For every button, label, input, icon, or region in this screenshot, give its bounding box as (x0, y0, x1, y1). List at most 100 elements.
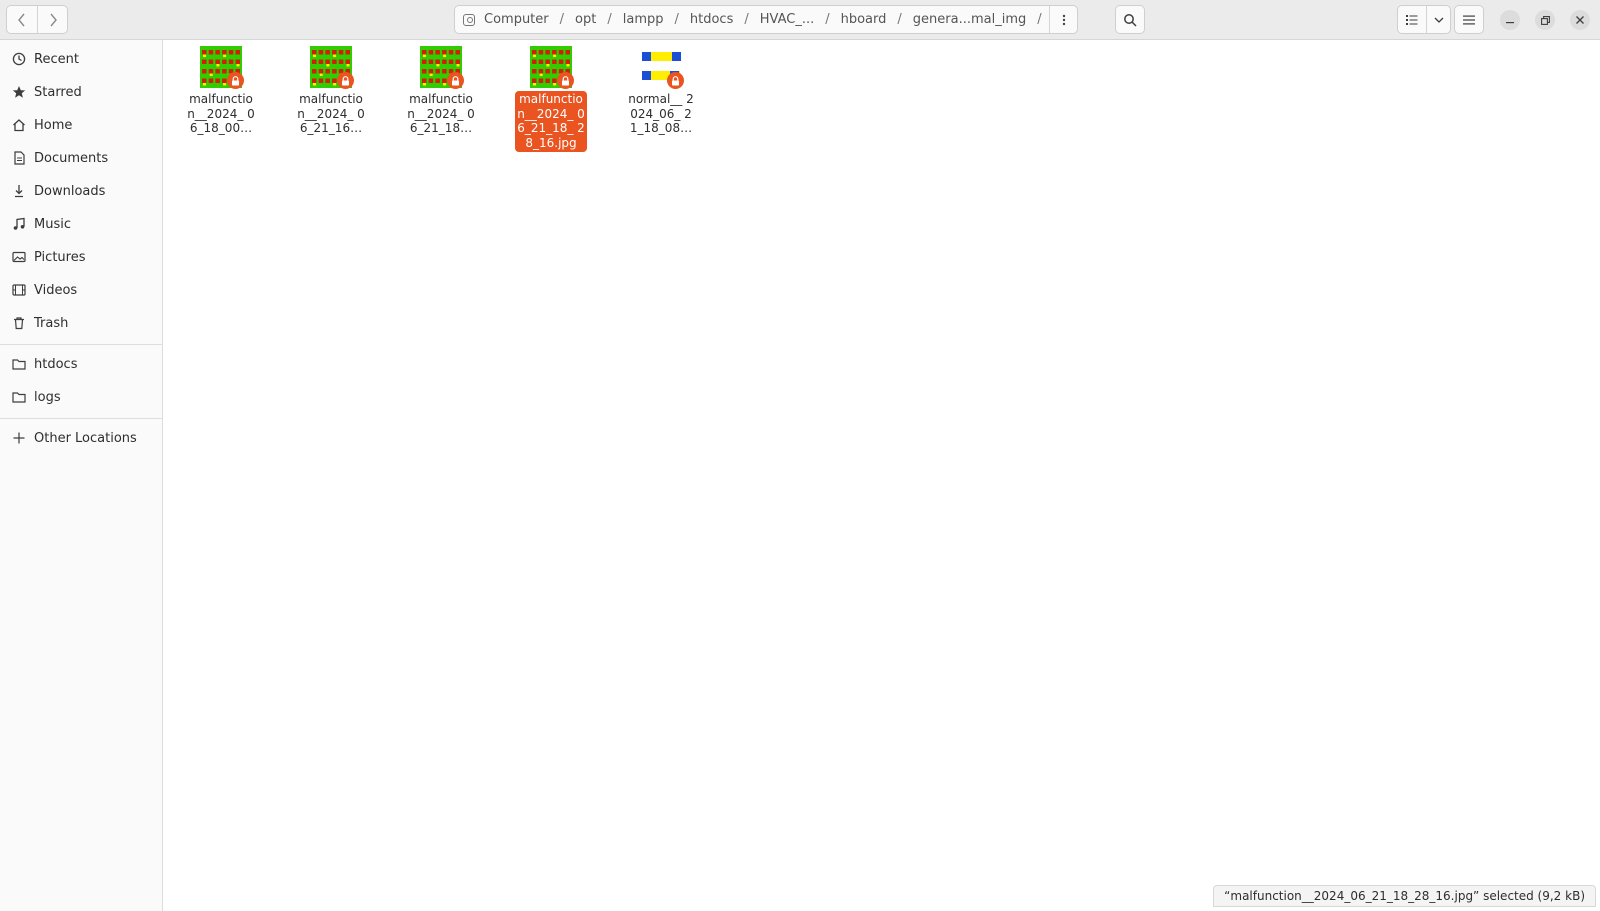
sidebar-item-label: htdocs (34, 356, 78, 372)
selection-status: “malfunction__2024_06_21_18_28_16.jpg” s… (1213, 885, 1596, 907)
file-item[interactable]: malfunctio n__2024_ 06_21_16… (295, 46, 367, 138)
sidebar-item-label: Music (34, 216, 71, 232)
sidebar-item-pictures[interactable]: Pictures (0, 242, 162, 272)
image-thumbnail (420, 46, 464, 89)
chevron-left-icon (18, 13, 25, 26)
file-view: malfunctio n__2024_ 06_18_00… malfunctio… (163, 40, 1600, 911)
sidebar-item-starred[interactable]: Starred (0, 77, 162, 107)
sidebar-item-downloads[interactable]: Downloads (0, 176, 162, 206)
file-item-selected[interactable]: malfunctio n__2024_ 06_21_18_ 28_16.jpg (515, 46, 587, 152)
breadcrumb-item[interactable]: Computer (483, 12, 550, 27)
lock-icon (557, 72, 574, 89)
breadcrumb-item[interactable]: opt (574, 12, 597, 27)
lock-icon (667, 72, 684, 89)
picture-icon (11, 249, 27, 265)
sidebar-item-label: Recent (34, 51, 79, 67)
breadcrumb-separator: / (825, 12, 830, 27)
close-button[interactable] (1570, 10, 1590, 30)
file-name: malfunctio n__2024_ 06_21_18_ 28_16.jpg (515, 91, 587, 152)
breadcrumb-item[interactable]: lampp (622, 12, 665, 27)
sidebar: Recent Starred Home Documents Downloads … (0, 40, 163, 911)
sidebar-item-home[interactable]: Home (0, 110, 162, 140)
path-bar: Computer / opt / lampp / htdocs / HVAC_... / hboar… (454, 5, 1078, 34)
navigation-buttons (6, 5, 68, 34)
sidebar-item-label: Pictures (34, 249, 86, 265)
breadcrumb-separator: / (744, 12, 749, 27)
restore-icon (1540, 15, 1550, 25)
vertical-dots-icon (1062, 14, 1065, 25)
sidebar-item-videos[interactable]: Videos (0, 275, 162, 305)
sidebar-item-label: Starred (34, 84, 82, 100)
list-view-button[interactable] (1398, 6, 1426, 33)
sidebar-item-label: Videos (34, 282, 78, 298)
hamburger-menu-icon (1463, 15, 1475, 24)
star-icon (11, 84, 27, 100)
breadcrumb-separator: / (674, 12, 679, 27)
view-options (1397, 5, 1451, 34)
trash-icon (11, 315, 27, 331)
minimize-icon (1506, 22, 1514, 24)
sidebar-item-label: logs (34, 389, 61, 405)
file-name: malfunctio n__2024_ 06_18_00… (187, 92, 255, 135)
breadcrumb-separator: / (1037, 12, 1042, 27)
close-icon (1576, 16, 1584, 24)
image-thumbnail (310, 46, 354, 89)
search-button[interactable] (1115, 5, 1145, 34)
chevron-down-icon (1434, 17, 1443, 23)
sidebar-item-logs[interactable]: logs (0, 382, 162, 412)
file-manager-window: Computer / opt / lampp / htdocs / HVAC_... / hboar… (0, 0, 1600, 911)
sidebar-item-label: Home (34, 117, 73, 133)
main-menu-button[interactable] (1454, 5, 1484, 34)
breadcrumb-item[interactable]: HVAC_... (759, 12, 815, 27)
file-name: malfunctio n__2024_ 06_21_16… (297, 92, 365, 135)
list-view-icon (1406, 14, 1418, 25)
breadcrumb-item[interactable]: htdocs (689, 12, 734, 27)
sidebar-item-label: Documents (34, 150, 109, 166)
sidebar-divider (0, 418, 162, 419)
breadcrumb-item[interactable]: genera...mal_img (912, 12, 1027, 27)
video-icon (11, 282, 27, 298)
lock-icon (227, 72, 244, 89)
folder-icon (11, 389, 27, 405)
clock-icon (11, 51, 27, 67)
image-thumbnail (530, 46, 574, 89)
chevron-right-icon (49, 13, 57, 26)
minimize-button[interactable] (1500, 10, 1520, 30)
forward-button[interactable] (37, 6, 67, 33)
path-menu-button[interactable] (1049, 6, 1077, 33)
sidebar-item-documents[interactable]: Documents (0, 143, 162, 173)
view-dropdown-button[interactable] (1426, 6, 1450, 33)
computer-icon (463, 13, 475, 26)
sidebar-item-trash[interactable]: Trash (0, 308, 162, 338)
breadcrumb-separator: / (607, 12, 612, 27)
download-icon (11, 183, 27, 199)
sidebar-item-label: Trash (34, 315, 69, 331)
header-bar: Computer / opt / lampp / htdocs / HVAC_... / hboar… (0, 0, 1600, 40)
file-item[interactable]: malfunctio n__2024_ 06_21_18… (405, 46, 477, 138)
document-icon (11, 150, 27, 166)
file-item[interactable]: malfunctio n__2024_ 06_18_00… (185, 46, 257, 138)
lock-icon (447, 72, 464, 89)
home-icon (11, 117, 27, 133)
plus-icon (11, 430, 27, 446)
sidebar-item-label: Downloads (34, 183, 106, 199)
back-button[interactable] (7, 6, 37, 33)
sidebar-item-label: Other Locations (34, 430, 137, 446)
breadcrumb: Computer / opt / lampp / htdocs / HVAC_... / hboar… (455, 12, 1049, 27)
sidebar-item-music[interactable]: Music (0, 209, 162, 239)
sidebar-item-recent[interactable]: Recent (0, 44, 162, 74)
sidebar-item-other-locations[interactable]: Other Locations (0, 423, 162, 453)
search-icon (1124, 13, 1137, 27)
breadcrumb-item[interactable]: hboard (840, 12, 888, 27)
breadcrumb-separator: / (559, 12, 565, 27)
folder-icon (11, 356, 27, 372)
sidebar-item-htdocs[interactable]: htdocs (0, 349, 162, 379)
restore-button[interactable] (1535, 10, 1555, 30)
music-icon (11, 216, 27, 232)
breadcrumb-separator: / (897, 12, 902, 27)
image-thumbnail (200, 46, 244, 89)
file-name: malfunctio n__2024_ 06_21_18… (407, 92, 475, 135)
file-item[interactable]: normal__ 2024_06_ 21_18_08… (625, 46, 697, 138)
sidebar-divider (0, 344, 162, 345)
lock-icon (337, 72, 354, 89)
